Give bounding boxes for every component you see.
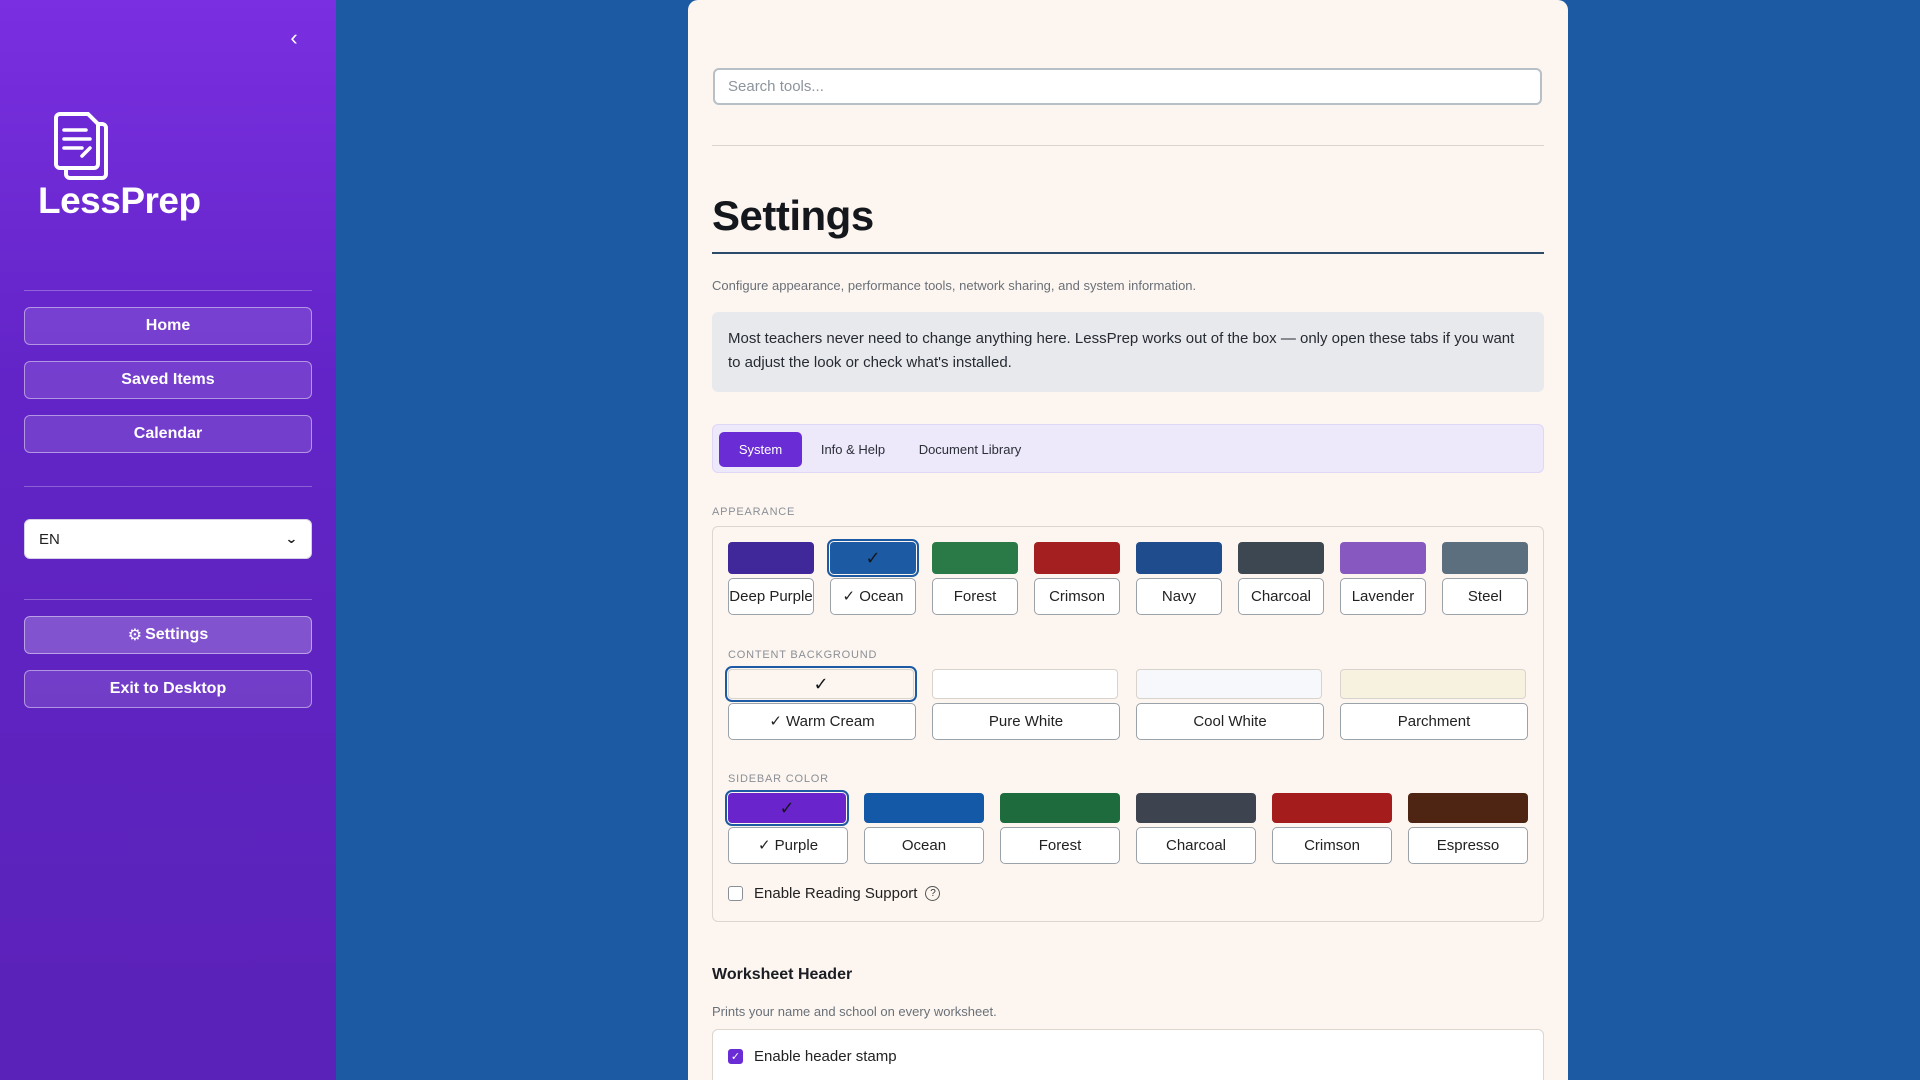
sidebar-divider — [24, 599, 312, 600]
page-title: Settings — [712, 192, 874, 239]
theme-button-charcoal[interactable]: Charcoal — [1238, 578, 1324, 615]
theme-button-forest[interactable]: Forest — [932, 578, 1018, 615]
theme-swatch-steel[interactable] — [1442, 542, 1528, 574]
appearance-card: ✓ Deep Purple ✓ Ocean Forest Crimson Nav… — [712, 526, 1544, 922]
theme-swatch-crimson[interactable] — [1034, 542, 1120, 574]
tab-document-library[interactable]: Document Library — [904, 432, 1036, 467]
checkmark-icon: ✓ — [865, 547, 881, 568]
sidebar-swatch-espresso[interactable] — [1408, 793, 1528, 823]
divider — [712, 145, 1544, 146]
theme-button-deep-purple[interactable]: Deep Purple — [728, 578, 814, 615]
theme-button-lavender[interactable]: Lavender — [1340, 578, 1426, 615]
sidebar-item-saved-items[interactable]: Saved Items — [24, 361, 312, 399]
sidebar-item-calendar[interactable]: Calendar — [24, 415, 312, 453]
theme-swatch-deep-purple[interactable] — [728, 542, 814, 574]
theme-button-ocean[interactable]: ✓ Ocean — [830, 578, 916, 615]
background-button-pure-white[interactable]: Pure White — [932, 703, 1120, 740]
background-swatch-parchment[interactable] — [1340, 669, 1526, 699]
logo-text: LessPrep — [38, 180, 201, 221]
language-value: EN — [39, 530, 60, 548]
chevron-left-icon[interactable]: ‹ — [280, 26, 308, 52]
title-underline — [712, 252, 1544, 254]
page-subtitle: Configure appearance, performance tools,… — [712, 278, 1197, 293]
reading-support-label: Enable Reading Support — [754, 885, 918, 902]
theme-button-navy[interactable]: Navy — [1136, 578, 1222, 615]
theme-swatch-navy[interactable] — [1136, 542, 1222, 574]
settings-tabs: System Info & Help Document Library — [712, 424, 1544, 473]
checkmark-icon: ✓ — [779, 797, 795, 818]
tab-system[interactable]: System — [719, 432, 802, 467]
sidebar-item-settings[interactable]: ⚙ Settings — [24, 616, 312, 654]
checkmark-icon: ✓ — [730, 1051, 741, 1063]
info-notice: Most teachers never need to change anyth… — [712, 312, 1544, 392]
background-swatch-pure-white[interactable] — [932, 669, 1118, 699]
theme-swatch-ocean[interactable]: ✓ — [827, 539, 919, 577]
sidebar-button-crimson[interactable]: Crimson — [1272, 827, 1392, 864]
reading-support-row: Enable Reading Support ? — [728, 885, 941, 902]
gear-icon: ⚙ — [127, 627, 143, 644]
worksheet-header-card: ✓ Enable header stamp — [712, 1029, 1544, 1080]
theme-swatch-lavender[interactable] — [1340, 542, 1426, 574]
worksheet-header-description: Prints your name and school on every wor… — [712, 1004, 997, 1019]
sidebar: ‹ LessPrep Home Saved Items Calendar EN … — [0, 0, 336, 1080]
sidebar-swatch-purple[interactable]: ✓ — [725, 790, 849, 826]
checkmark-icon: ✓ — [813, 673, 829, 694]
settings-panel: Settings Configure appearance, performan… — [688, 0, 1568, 1080]
sidebar-item-home[interactable]: Home — [24, 307, 312, 345]
sidebar-swatch-forest[interactable] — [1000, 793, 1120, 823]
sidebar-swatch-charcoal[interactable] — [1136, 793, 1256, 823]
content-background-label: CONTENT BACKGROUND — [728, 649, 878, 661]
language-select[interactable]: EN ⌄ — [24, 519, 312, 559]
tab-info-help[interactable]: Info & Help — [812, 432, 894, 467]
sidebar-divider — [24, 486, 312, 487]
sidebar-divider — [24, 290, 312, 291]
theme-button-crimson[interactable]: Crimson — [1034, 578, 1120, 615]
background-swatch-cool-white[interactable] — [1136, 669, 1322, 699]
background-button-parchment[interactable]: Parchment — [1340, 703, 1528, 740]
search-input[interactable] — [713, 68, 1542, 105]
sidebar-button-forest[interactable]: Forest — [1000, 827, 1120, 864]
logo: LessPrep — [38, 110, 201, 225]
sidebar-button-charcoal[interactable]: Charcoal — [1136, 827, 1256, 864]
exit-to-desktop-button[interactable]: Exit to Desktop — [24, 670, 312, 708]
sidebar-button-espresso[interactable]: Espresso — [1408, 827, 1528, 864]
sidebar-color-label: SIDEBAR COLOR — [728, 773, 829, 785]
background-button-cool-white[interactable]: Cool White — [1136, 703, 1324, 740]
sidebar-item-label: Settings — [145, 626, 209, 643]
theme-swatch-forest[interactable] — [932, 542, 1018, 574]
appearance-label: APPEARANCE — [712, 506, 796, 518]
reading-support-checkbox[interactable] — [728, 886, 743, 901]
header-stamp-row: ✓ Enable header stamp — [728, 1048, 897, 1065]
theme-button-steel[interactable]: Steel — [1442, 578, 1528, 615]
theme-swatch-charcoal[interactable] — [1238, 542, 1324, 574]
sidebar-button-ocean[interactable]: Ocean — [864, 827, 984, 864]
sidebar-button-purple[interactable]: ✓ Purple — [728, 827, 848, 864]
header-stamp-checkbox[interactable]: ✓ — [728, 1049, 743, 1064]
help-icon[interactable]: ? — [925, 886, 941, 901]
worksheet-header-title: Worksheet Header — [712, 966, 853, 983]
header-stamp-label: Enable header stamp — [754, 1048, 897, 1065]
documents-logo-icon — [54, 112, 108, 180]
sidebar-swatch-ocean[interactable] — [864, 793, 984, 823]
sidebar-swatch-crimson[interactable] — [1272, 793, 1392, 823]
background-swatch-warm-cream[interactable]: ✓ — [725, 666, 917, 702]
chevron-down-icon: ⌄ — [285, 531, 299, 546]
background-button-warm-cream[interactable]: ✓ Warm Cream — [728, 703, 916, 740]
